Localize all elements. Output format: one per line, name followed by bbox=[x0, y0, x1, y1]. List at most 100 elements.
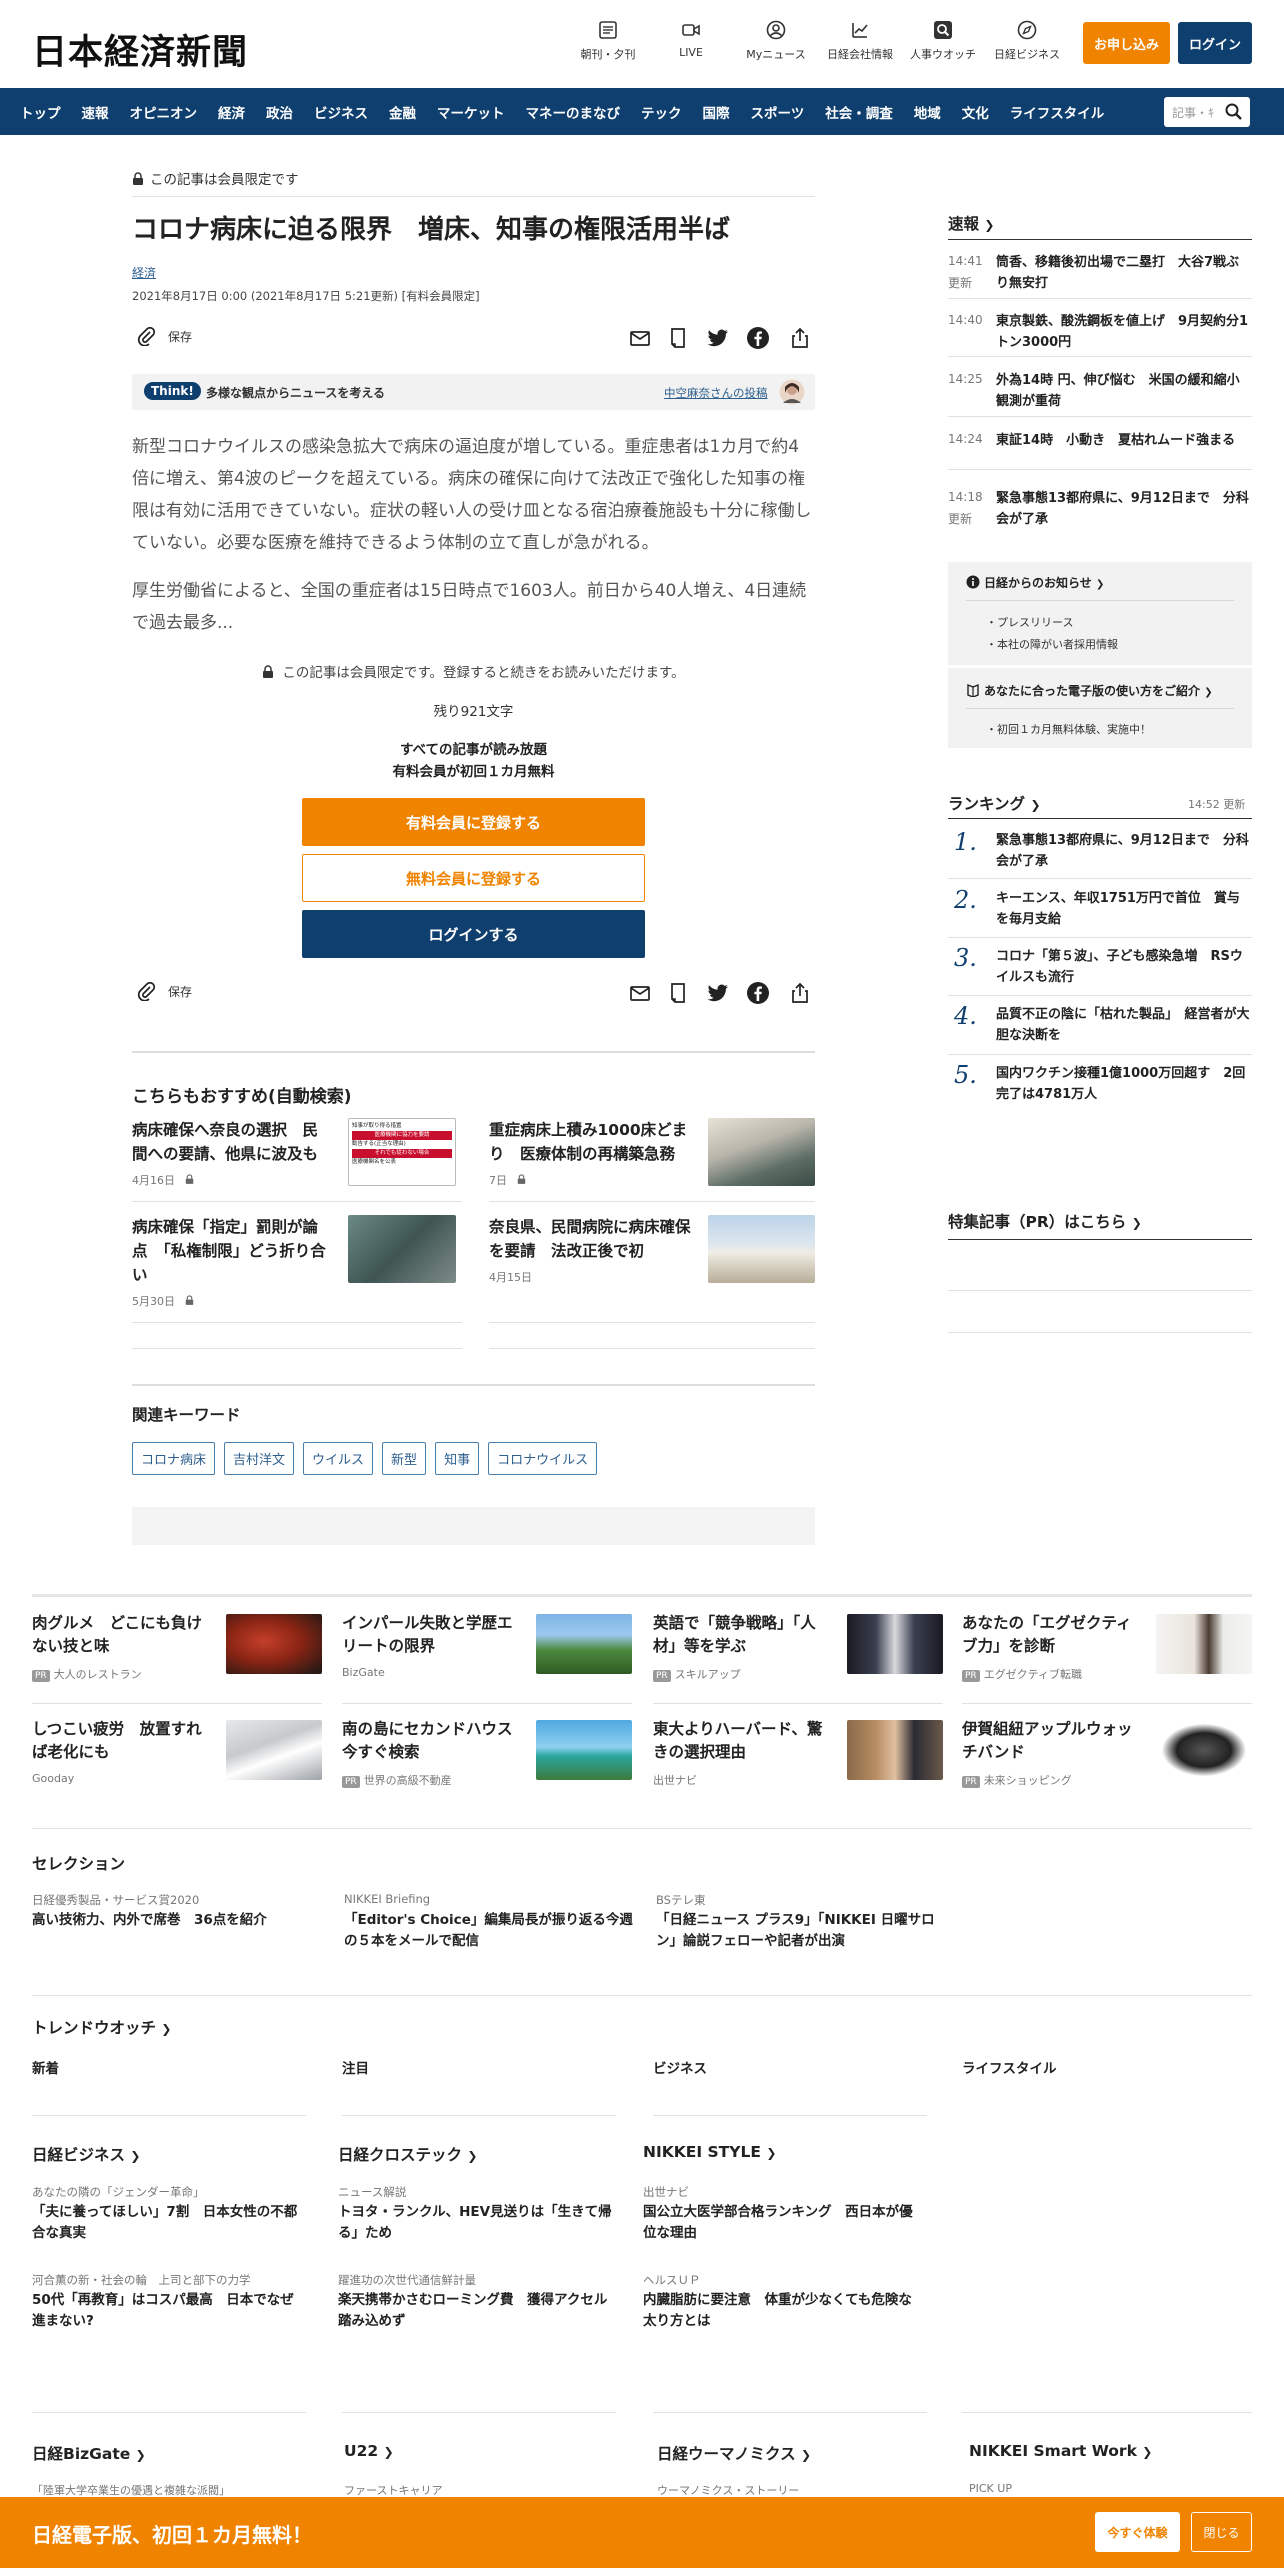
mail-icon[interactable] bbox=[628, 981, 652, 1005]
think-bar[interactable]: Think! 多様な観点からニュースを考える 中空麻奈さんの投稿 bbox=[132, 374, 815, 410]
notice-item[interactable]: ・本社の障がい者採用情報 bbox=[986, 636, 1118, 652]
guide-item[interactable]: ・初回１カ月無料体験、実施中！ bbox=[986, 721, 1151, 737]
trend-heading-link[interactable]: トレンドウオッチ ❯ bbox=[32, 2016, 171, 2038]
nav-item-politics[interactable]: 政治 bbox=[266, 102, 293, 122]
keyword-tag[interactable]: 新型 bbox=[382, 1442, 427, 1475]
flash-heading-link[interactable]: 速報 ❯ bbox=[948, 212, 994, 234]
media-item[interactable]: 楽天携帯かさむローミング費 獲得アクセル踏み込めず bbox=[338, 2290, 612, 2332]
media-heading-link[interactable]: NIKKEI Smart Work ❯ bbox=[969, 2442, 1152, 2460]
login-article-button[interactable]: ログインする bbox=[302, 910, 645, 958]
ranking-heading-link[interactable]: ランキング ❯ bbox=[948, 792, 1041, 814]
nav-item-economy[interactable]: 経済 bbox=[218, 102, 245, 122]
trend-tab-featured[interactable]: 注目 bbox=[342, 2057, 369, 2077]
notice-item[interactable]: ・プレスリリース bbox=[986, 614, 1073, 630]
notice-heading-link[interactable]: 日経からのお知らせ ❯ bbox=[966, 574, 1104, 591]
trend-tab-lifestyle[interactable]: ライフスタイル bbox=[962, 2057, 1057, 2077]
register-free-button[interactable]: 無料会員に登録する bbox=[302, 854, 645, 902]
nav-item-business[interactable]: ビジネス bbox=[314, 102, 368, 122]
nav-item-finance[interactable]: 金融 bbox=[389, 102, 416, 122]
header-link-live[interactable]: LIVE bbox=[646, 20, 736, 59]
media-item[interactable]: 内臓脂肪に要注意 体重が少なくても危険な太り方とは bbox=[643, 2290, 917, 2332]
try-now-button[interactable]: 今すぐ体験 bbox=[1095, 2512, 1180, 2552]
article-category-link[interactable]: 経済 bbox=[132, 264, 156, 281]
share-icon[interactable] bbox=[788, 981, 812, 1005]
twitter-icon[interactable] bbox=[706, 981, 730, 1005]
selection-item[interactable]: 「日経ニュース プラス9」「NIKKEI 日曜サロン」論説フェローや記者が出演 bbox=[656, 1910, 946, 1952]
nav-item-top[interactable]: トップ bbox=[20, 102, 61, 122]
facebook-icon[interactable] bbox=[746, 981, 770, 1005]
facebook-icon[interactable] bbox=[746, 326, 770, 350]
selection-item[interactable]: 高い技術力、内外で席巻 36点を紹介 bbox=[32, 1910, 322, 1931]
flash-item[interactable]: 東証14時 小動き 夏枯れムード強まる bbox=[996, 430, 1252, 451]
bookmark-note-icon[interactable] bbox=[666, 326, 690, 350]
close-banner-button[interactable]: 閉じる bbox=[1191, 2512, 1252, 2552]
media-heading-link[interactable]: U22 ❯ bbox=[344, 2442, 394, 2460]
mail-icon[interactable] bbox=[628, 326, 652, 350]
promo-item[interactable]: 伊賀組紐アップルウォッチバンド PR 未来ショッピング bbox=[962, 1718, 1252, 1808]
header-link-company-info[interactable]: 日経会社情報 bbox=[815, 20, 905, 62]
media-item[interactable]: 50代「再教育」はコスパ最高 日本でなぜ進まない? bbox=[32, 2290, 306, 2332]
ranking-item[interactable]: コロナ「第５波」、子ども感染急増 RSウイルスも流行 bbox=[996, 946, 1252, 988]
nav-item-tech[interactable]: テック bbox=[641, 102, 682, 122]
flash-item[interactable]: 外為14時 円、伸び悩む 米国の緩和縮小観測が重荷 bbox=[996, 370, 1252, 412]
trend-tab-new[interactable]: 新着 bbox=[32, 2057, 59, 2077]
promo-item[interactable]: 肉グルメ どこにも負けない技と味 PR 大人のレストラン bbox=[32, 1612, 322, 1702]
keyword-tag[interactable]: 吉村洋文 bbox=[224, 1442, 295, 1475]
nav-item-lifestyle[interactable]: ライフスタイル bbox=[1010, 102, 1105, 122]
nav-item-world[interactable]: 国際 bbox=[703, 102, 730, 122]
header-link-personnel-watch[interactable]: 人事ウオッチ bbox=[898, 20, 988, 62]
search-icon[interactable] bbox=[1224, 102, 1244, 122]
header-link-nikkei-business[interactable]: 日経ビジネス bbox=[982, 20, 1072, 62]
promo-item[interactable]: 英語で「競争戦略」「人材」等を学ぶ PR スキルアップ bbox=[653, 1612, 943, 1702]
trend-tab-business[interactable]: ビジネス bbox=[653, 2057, 707, 2077]
keyword-tag[interactable]: コロナウイルス bbox=[488, 1442, 598, 1475]
promo-item[interactable]: インパール失敗と学歴エリートの限界 BizGate bbox=[342, 1612, 632, 1702]
ranking-item[interactable]: キーエンス、年収1751万円で首位 賞与を毎月支給 bbox=[996, 888, 1252, 930]
nikkei-logo[interactable]: 日本経済新聞 bbox=[32, 24, 248, 75]
promo-item[interactable]: 南の島にセカンドハウス 今すぐ検索 PR 世界の高級不動産 bbox=[342, 1718, 632, 1808]
nav-item-sports[interactable]: スポーツ bbox=[751, 102, 805, 122]
think-author-link[interactable]: 中空麻奈さんの投稿 bbox=[664, 385, 768, 401]
recommend-item[interactable]: 病床確保「指定」罰則が論点 「私権制限」どう折り合い 5月30日 bbox=[132, 1215, 462, 1315]
selection-item[interactable]: 「Editor's Choice」編集局長が振り返る今週の５本をメールで配信 bbox=[344, 1910, 634, 1952]
media-item[interactable]: 国公立大医学部合格ランキング 西日本が優位な理由 bbox=[643, 2202, 917, 2244]
save-button-bottom[interactable]: 保存 bbox=[136, 981, 192, 1001]
subscribe-button[interactable]: お申し込み bbox=[1083, 22, 1170, 64]
recommend-item[interactable]: 奈良県、民間病院に病床確保を要請 法改正後で初 4月15日 bbox=[489, 1215, 815, 1315]
media-heading-link[interactable]: 日経クロステック ❯ bbox=[338, 2143, 477, 2165]
save-button[interactable]: 保存 bbox=[136, 326, 192, 346]
nav-item-market[interactable]: マーケット bbox=[437, 102, 505, 122]
search-input[interactable]: 記事・ｷ bbox=[1164, 97, 1250, 127]
nav-item-flash[interactable]: 速報 bbox=[82, 102, 109, 122]
flash-item[interactable]: 東京製鉄、酸洗鋼板を値上げ 9月契約分1トン3000円 bbox=[996, 311, 1252, 353]
ranking-item[interactable]: 国内ワクチン接種1億1000万回超す 2回完了は4781万人 bbox=[996, 1063, 1252, 1105]
media-heading-link[interactable]: 日経ウーマノミクス ❯ bbox=[657, 2442, 811, 2464]
ranking-item[interactable]: 緊急事態13都府県に、9月12日まで 分科会が了承 bbox=[996, 830, 1252, 872]
header-link-mynews[interactable]: Myニュース bbox=[731, 20, 821, 62]
keyword-tag[interactable]: コロナ病床 bbox=[132, 1442, 216, 1475]
promo-item[interactable]: しつこい疲労 放置すれば老化にも Gooday bbox=[32, 1718, 322, 1808]
guide-heading-link[interactable]: あなたに合った電子版の使い方をご紹介 ❯ bbox=[966, 682, 1213, 699]
flash-item[interactable]: 筒香、移籍後初出場で二塁打 大谷7戦ぶり無安打 bbox=[996, 252, 1252, 294]
media-heading-link[interactable]: 日経ビジネス ❯ bbox=[32, 2143, 140, 2165]
keyword-tag[interactable]: 知事 bbox=[435, 1442, 480, 1475]
pr-heading-link[interactable]: 特集記事（PR）はこちら ❯ bbox=[948, 1210, 1142, 1232]
promo-item[interactable]: あなたの「エグゼクティブ力」を診断 PR エグゼクティブ転職 bbox=[962, 1612, 1252, 1702]
nav-item-culture[interactable]: 文化 bbox=[962, 102, 989, 122]
flash-item[interactable]: 緊急事態13都府県に、9月12日まで 分科会が了承 bbox=[996, 488, 1252, 530]
login-button[interactable]: ログイン bbox=[1178, 22, 1252, 64]
media-heading-link[interactable]: NIKKEI STYLE ❯ bbox=[643, 2143, 776, 2161]
recommend-item[interactable]: 病床確保へ奈良の選択 民間への要請、他県に波及も 4月16日 知事が取り得る措置… bbox=[132, 1118, 462, 1218]
nav-item-society[interactable]: 社会・調査 bbox=[825, 102, 893, 122]
nav-item-region[interactable]: 地域 bbox=[914, 102, 941, 122]
recommend-item[interactable]: 重症病床上積み1000床どまり 医療体制の再構築急務 7日 bbox=[489, 1118, 815, 1218]
header-link-print-edition[interactable]: 朝刊・夕刊 bbox=[563, 20, 653, 62]
nav-item-opinion[interactable]: オピニオン bbox=[130, 102, 198, 122]
media-item[interactable]: トヨタ・ランクル、HEV見送りは「生きて帰る」ため bbox=[338, 2202, 612, 2244]
ranking-item[interactable]: 品質不正の陰に「枯れた製品」 経営者が大胆な決断を bbox=[996, 1004, 1252, 1046]
media-heading-link[interactable]: 日経BizGate ❯ bbox=[32, 2442, 146, 2464]
twitter-icon[interactable] bbox=[706, 326, 730, 350]
nav-item-money[interactable]: マネーのまなび bbox=[526, 102, 621, 122]
media-item[interactable]: 「夫に養ってほしい」7割 日本女性の不都合な真実 bbox=[32, 2202, 306, 2244]
keyword-tag[interactable]: ウイルス bbox=[303, 1442, 374, 1475]
